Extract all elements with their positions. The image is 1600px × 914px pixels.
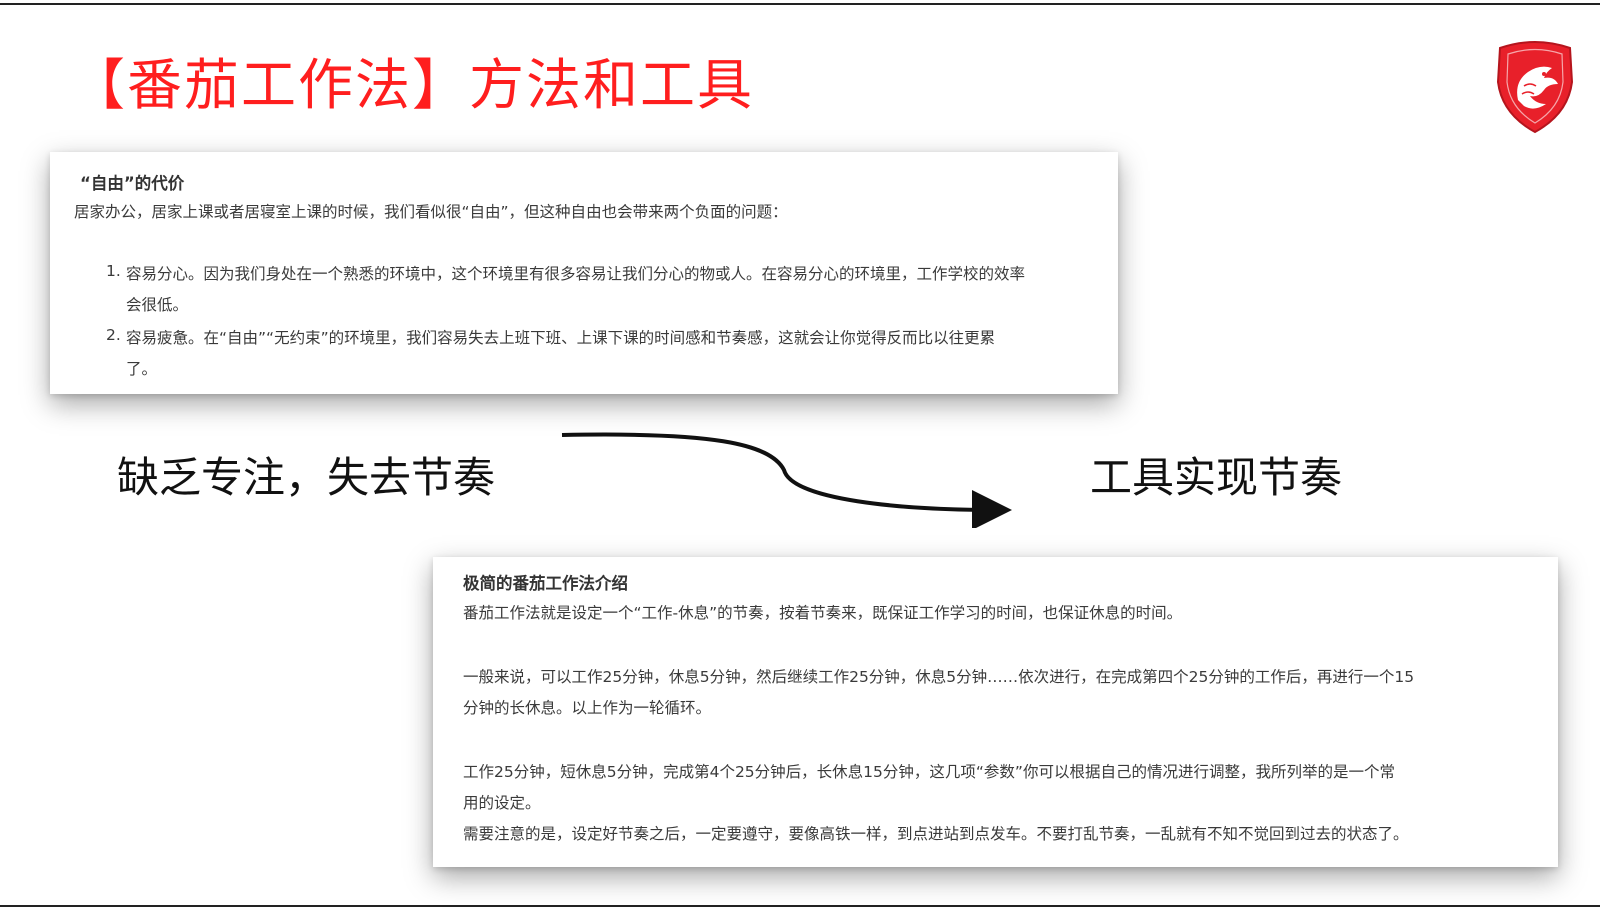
list-number: 2.: [106, 326, 121, 344]
card-paragraph-line: 番茄工作法就是设定一个“工作-休息”的节奏，按着节奏来，既保证工作学习的时间，也…: [463, 604, 1183, 622]
list-item-text: 了。: [126, 360, 158, 378]
pomodoro-intro-card: 极简的番茄工作法介绍 番茄工作法就是设定一个“工作-休息”的节奏，按着节奏来，既…: [433, 557, 1558, 867]
card-intro: 居家办公，居家上课或者居寝室上课的时候，我们看似很“自由”，但这种自由也会带来两…: [74, 203, 788, 221]
card-paragraph-line: 一般来说，可以工作25分钟，休息5分钟，然后继续工作25分钟，休息5分钟……依次…: [463, 668, 1415, 686]
top-border: [0, 3, 1600, 5]
left-label: 缺乏专注，失去节奏: [117, 453, 496, 502]
card-paragraph-line: 分钟的长休息。以上作为一轮循环。: [463, 699, 712, 717]
list-item-text: 会很低。: [126, 296, 189, 314]
bottom-border: [0, 905, 1600, 907]
card-heading: “自由”的代价: [80, 174, 185, 193]
right-label: 工具实现节奏: [1090, 453, 1343, 502]
freedom-cost-card: “自由”的代价 居家办公，居家上课或者居寝室上课的时候，我们看似很“自由”，但这…: [50, 152, 1118, 394]
list-item-text: 容易疲惫。在“自由”“无约束”的环境里，我们容易失去上班下班、上课下课的时间感和…: [126, 329, 996, 347]
list-item-text: 容易分心。因为我们身处在一个熟悉的环境中，这个环境里有很多容易让我们分心的物或人…: [126, 265, 1026, 283]
card-paragraph-line: 工作25分钟，短休息5分钟，完成第4个25分钟后，长休息15分钟，这几项“参数”…: [463, 763, 1395, 781]
slide-title: 【番茄工作法】方法和工具: [70, 53, 755, 117]
card-paragraph-line: 需要注意的是，设定好节奏之后，一定要遵守，要像高铁一样，到点进站到点发车。不要打…: [463, 825, 1409, 843]
card-paragraph-line: 用的设定。: [463, 794, 541, 812]
curved-arrow: [561, 432, 1012, 528]
msi-dragon-shield-icon: [1496, 41, 1574, 134]
list-number: 1.: [106, 262, 121, 280]
card-heading: 极简的番茄工作法介绍: [463, 574, 628, 593]
